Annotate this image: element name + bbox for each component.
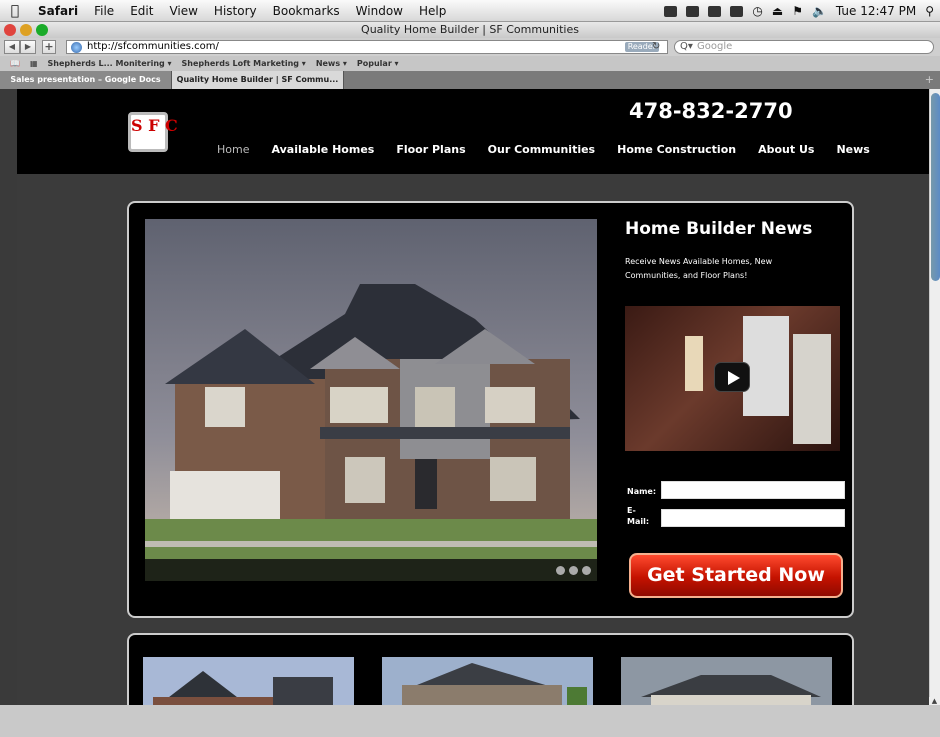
search-placeholder: Google: [697, 41, 733, 52]
play-icon[interactable]: [714, 362, 750, 392]
nav-our-communities[interactable]: Our Communities: [488, 143, 595, 156]
home-thumbnail-image: [382, 657, 593, 705]
scroll-thumb[interactable]: [931, 93, 940, 281]
site-header: S F C 478-832-2770 Home Available Homes …: [17, 89, 929, 174]
lamp-shade: [685, 336, 703, 391]
status-icon-3[interactable]: [708, 5, 722, 17]
status-icon-2[interactable]: [686, 5, 700, 17]
nav-about-us[interactable]: About Us: [758, 143, 814, 156]
door: [793, 334, 831, 444]
window-controls: [4, 24, 48, 36]
site-nav: Home Available Homes Floor Plans Our Com…: [217, 143, 870, 156]
news-title: Home Builder News: [625, 219, 813, 239]
slide-dot[interactable]: [569, 566, 578, 575]
home-thumbnail-image: [143, 657, 354, 705]
nav-home-construction[interactable]: Home Construction: [617, 143, 736, 156]
status-bar: [0, 705, 940, 737]
menu-help[interactable]: Help: [411, 4, 454, 18]
bookmark-item[interactable]: Popular ▾: [357, 56, 399, 71]
book-icon[interactable]: 📖: [10, 56, 20, 71]
phone-number: 478-832-2770: [629, 99, 793, 123]
menubar-extras: ◷ ⏏ ⚑ 🔈 Tue 12:47 PM ⚲: [664, 0, 934, 22]
spotlight-icon[interactable]: ⚲: [925, 4, 934, 18]
menu-bookmarks[interactable]: Bookmarks: [265, 4, 348, 18]
email-input[interactable]: [661, 509, 845, 527]
search-field[interactable]: Q▾ Google: [674, 40, 934, 54]
url-text: http://sfcommunities.com/: [87, 41, 219, 52]
slide-dot[interactable]: [556, 566, 565, 575]
minimize-icon[interactable]: [20, 24, 32, 36]
wall-art: [743, 316, 789, 416]
house-slideshow[interactable]: [145, 219, 597, 581]
bookmarks-bar: 📖 ▦ Shepherds L... Monitering ▾ Shepherd…: [0, 56, 940, 71]
slide-dot[interactable]: [582, 566, 591, 575]
name-input[interactable]: [661, 481, 845, 499]
mac-menubar:  Safari File Edit View History Bookmark…: [0, 0, 940, 22]
menu-window[interactable]: Window: [348, 4, 411, 18]
menu-edit[interactable]: Edit: [122, 4, 161, 18]
nav-news[interactable]: News: [836, 143, 869, 156]
bookmark-item[interactable]: Shepherds L... Monitering ▾: [48, 56, 172, 71]
bookmark-item[interactable]: Shepherds Loft Marketing ▾: [182, 56, 306, 71]
home-thumbnail-image: [621, 657, 832, 705]
back-icon[interactable]: ◀: [4, 40, 20, 54]
home-thumbnail[interactable]: [621, 657, 832, 705]
add-bookmark-icon[interactable]: +: [42, 40, 56, 54]
close-icon[interactable]: [4, 24, 16, 36]
home-thumbnail[interactable]: [382, 657, 593, 705]
hero-panel: Home Builder News Receive News Available…: [127, 201, 854, 618]
get-started-button[interactable]: Get Started Now: [629, 553, 843, 598]
bookmark-item[interactable]: News ▾: [316, 56, 347, 71]
nav-home[interactable]: Home: [217, 143, 249, 156]
tab-sf-communities[interactable]: Quality Home Builder | SF Commu...: [172, 71, 344, 89]
flag-icon[interactable]: ⚑: [792, 4, 803, 18]
window-titlebar: Quality Home Builder | SF Communities: [0, 22, 940, 38]
news-subtitle: Receive News Available Homes, New Commun…: [625, 257, 773, 280]
time-machine-icon[interactable]: ◷: [752, 4, 762, 18]
menu-file[interactable]: File: [86, 4, 122, 18]
vertical-scrollbar[interactable]: [929, 89, 940, 705]
featured-homes-panel: [127, 633, 854, 705]
clock[interactable]: Tue 12:47 PM: [836, 4, 916, 18]
volume-icon[interactable]: 🔈: [812, 4, 827, 18]
globe-icon: [71, 42, 82, 53]
logo-text: S F C: [131, 116, 178, 135]
slide-dots: [556, 566, 591, 575]
house-photo: [145, 219, 597, 581]
home-thumbnail[interactable]: [143, 657, 354, 705]
app-menu[interactable]: Safari: [30, 4, 86, 18]
nav-floor-plans[interactable]: Floor Plans: [396, 143, 465, 156]
tab-google-docs[interactable]: Sales presentation – Google Docs: [0, 71, 172, 89]
site-logo[interactable]: S F C: [128, 112, 178, 152]
nav-available-homes[interactable]: Available Homes: [271, 143, 374, 156]
video-player[interactable]: [625, 306, 840, 451]
email-label: E- Mail:: [627, 506, 650, 526]
menu-history[interactable]: History: [206, 4, 265, 18]
grid-icon[interactable]: ▦: [30, 56, 38, 71]
search-icon: Q▾: [680, 41, 693, 52]
zoom-icon[interactable]: [36, 24, 48, 36]
menu-view[interactable]: View: [161, 4, 205, 18]
reload-icon[interactable]: ↻: [652, 41, 660, 52]
address-bar[interactable]: http://sfcommunities.com/ Reader: [66, 40, 668, 54]
status-icon-4[interactable]: [730, 5, 744, 17]
tab-bar: Sales presentation – Google Docs Quality…: [0, 71, 940, 89]
apple-menu-icon[interactable]: : [0, 3, 30, 19]
name-label: Name:: [627, 487, 657, 496]
web-page: S F C 478-832-2770 Home Available Homes …: [17, 89, 929, 705]
status-icon-1[interactable]: [664, 5, 678, 17]
new-tab-icon[interactable]: +: [925, 71, 934, 89]
browser-toolbar: ◀ ▶ + http://sfcommunities.com/ Reader ↻…: [0, 38, 940, 56]
window-title: Quality Home Builder | SF Communities: [361, 23, 579, 36]
forward-icon[interactable]: ▶: [20, 40, 36, 54]
eject-icon[interactable]: ⏏: [772, 4, 783, 18]
